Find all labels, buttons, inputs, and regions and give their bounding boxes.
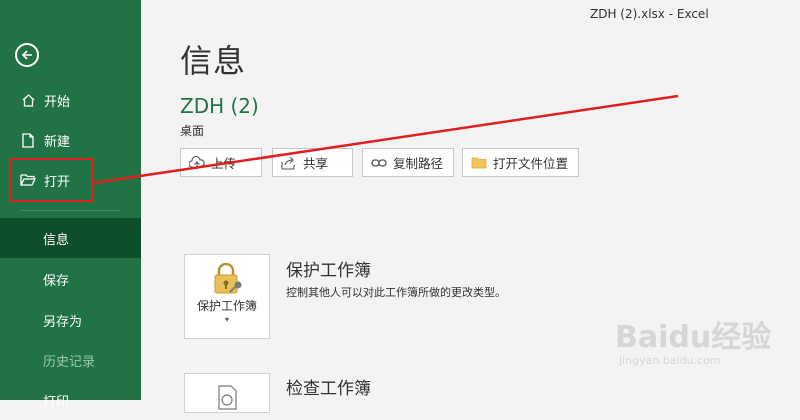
watermark-brand: Baidu经验 [615, 320, 772, 355]
baidu-watermark: Baidu经验 jingyan.baidu.com [615, 312, 771, 367]
